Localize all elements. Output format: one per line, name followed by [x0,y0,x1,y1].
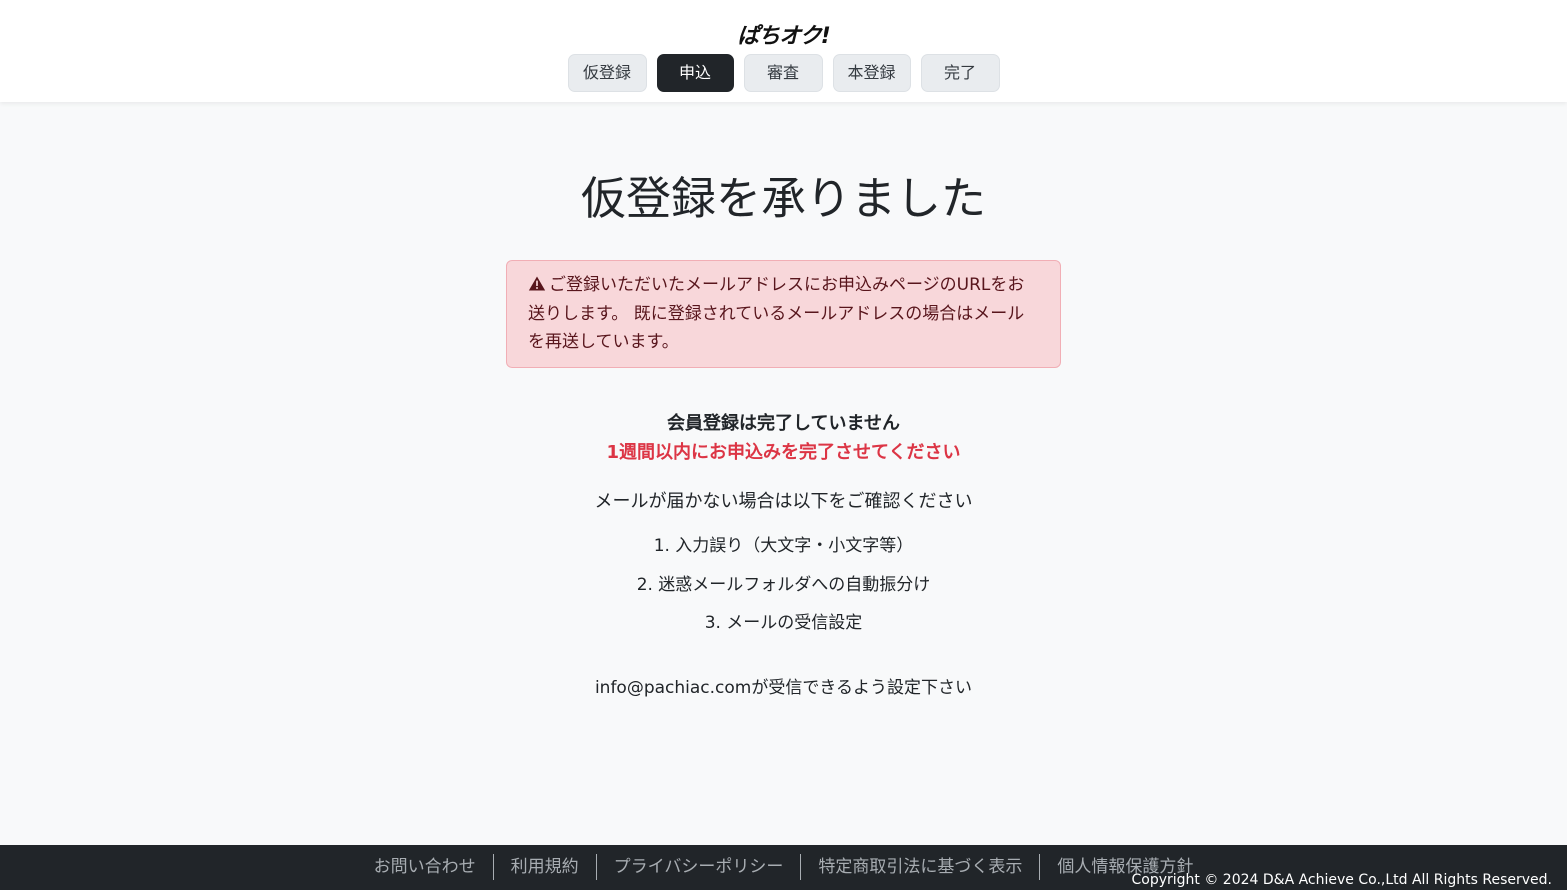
footer-link-privacy[interactable]: プライバシーポリシー [597,854,801,880]
step-complete: 完了 [920,54,1000,92]
step-application: 申込 [656,54,734,92]
registration-incomplete-notice: 会員登録は完了していません [667,413,900,434]
step-review: 審査 [743,54,823,92]
registration-steps: 仮登録 申込 審査 本登録 完了 [0,54,1567,92]
site-logo[interactable]: ぱちオク! [0,18,1567,50]
footer-link-contact[interactable]: お問い合わせ [357,854,493,880]
alert-text: ご登録いただいたメールアドレスにお申込みページのURLをお送りします。 既に登録… [528,275,1025,352]
main-content: 仮登録を承りました ご登録いただいたメールアドレスにお申込みページのURLをお送… [0,102,1567,845]
reason-list: 1. 入力誤り（大文字・小文字等） 2. 迷惑メールフォルダへの自動振分け 3.… [0,536,1567,652]
check-instructions: メールが届かない場合は以下をご確認ください [594,491,973,512]
list-item: 1. 入力誤り（大文字・小文字等） [653,536,914,556]
copyright: Copyright © 2024 D&A Achieve Co.,Ltd All… [1131,872,1552,888]
deadline-notice: 1週間以内にお申込みを完了させてください [606,442,961,463]
warning-triangle-icon [528,276,546,291]
list-item: 3. メールの受信設定 [704,613,863,633]
footer-link-terms[interactable]: 利用規約 [494,854,596,880]
site-header: ぱちオク! 仮登録 申込 審査 本登録 完了 [0,0,1567,102]
notice-alert: ご登録いただいたメールアドレスにお申込みページのURLをお送りします。 既に登録… [506,260,1061,368]
email-setting-text: info@pachiac.comが受信できるよう設定下さい [594,678,973,698]
footer-link-commerce-law[interactable]: 特定商取引法に基づく表示 [801,854,1039,880]
page-title: 仮登録を承りました [580,172,986,225]
list-item: 2. 迷惑メールフォルダへの自動振分け [636,574,931,595]
step-pre-registration: 仮登録 [567,54,647,92]
step-full-registration: 本登録 [832,54,911,92]
site-footer: お問い合わせ 利用規約 プライバシーポリシー 特定商取引法に基づく表示 個人情報… [0,845,1567,890]
